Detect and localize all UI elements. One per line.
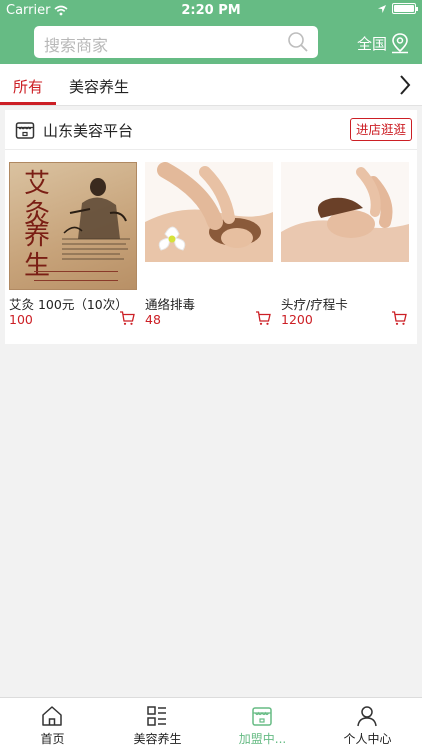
- painting-title-1: 艾灸: [24, 169, 51, 229]
- user-icon: [357, 706, 377, 727]
- painting-banner: [34, 271, 118, 281]
- nav-profile[interactable]: 个人中心: [315, 698, 420, 750]
- cart-icon[interactable]: [391, 310, 407, 326]
- nav-label: 美容养生: [133, 732, 182, 746]
- map-pin-icon: [392, 33, 409, 54]
- product-name: 艾灸 100元（10次）: [9, 297, 128, 312]
- painting-figure: [63, 178, 127, 239]
- app-header: Carrier 2:20 PM 搜索商家 全国: [0, 0, 422, 64]
- product-price: 100: [9, 312, 33, 327]
- nav-label: 个人中心: [343, 732, 392, 746]
- nav-franchise[interactable]: 加盟中...: [210, 698, 315, 750]
- search-icon[interactable]: [287, 31, 309, 53]
- tab-beauty-health[interactable]: 美容养生: [69, 76, 129, 97]
- product-image-moxibustion[interactable]: 艾灸 养生: [9, 162, 137, 290]
- nav-home[interactable]: 首页: [0, 698, 105, 750]
- status-time: 2:20 PM: [181, 3, 241, 18]
- status-bar: Carrier 2:20 PM: [0, 0, 422, 20]
- list-icon: [147, 706, 166, 726]
- home-icon: [42, 706, 62, 726]
- massage-photo: [145, 162, 273, 290]
- product-name: 通络排毒: [145, 297, 196, 312]
- nav-beauty-health[interactable]: 美容养生: [105, 698, 210, 750]
- head-therapy-photo: [281, 162, 409, 290]
- category-tabs: 所有 美容养生: [0, 64, 422, 106]
- store-icon: [252, 707, 272, 726]
- cart-icon[interactable]: [255, 310, 271, 326]
- store-card: 山东美容平台 进店逛逛 艾灸 养生 艾灸 100元（10次） 100 通络排毒 …: [5, 110, 417, 344]
- store-icon: [15, 122, 35, 139]
- product-item[interactable]: 头疗/疗程卡 1200: [281, 162, 411, 327]
- bottom-navigation: 首页 美容养生 加盟中... 个人中心: [0, 697, 422, 750]
- product-image-massage[interactable]: [145, 162, 273, 290]
- region-selector[interactable]: 全国: [357, 32, 410, 54]
- search-input[interactable]: 搜索商家: [34, 26, 318, 58]
- product-name: 头疗/疗程卡: [281, 297, 348, 312]
- nav-label: 加盟中...: [238, 732, 287, 746]
- cart-icon[interactable]: [119, 310, 135, 326]
- product-price: 48: [145, 312, 161, 327]
- enter-store-button[interactable]: 进店逛逛: [350, 118, 412, 141]
- nav-label: 首页: [40, 732, 65, 746]
- painting-calligraphy: [62, 238, 130, 260]
- store-name: 山东美容平台: [43, 122, 134, 140]
- chevron-right-icon[interactable]: [398, 73, 412, 97]
- location-arrow-icon: [378, 4, 386, 13]
- active-tab-indicator: [0, 102, 56, 105]
- product-item[interactable]: 艾灸 养生 艾灸 100元（10次） 100: [9, 162, 139, 327]
- search-placeholder: 搜索商家: [44, 36, 109, 55]
- store-header: 山东美容平台 进店逛逛: [5, 110, 417, 150]
- battery-icon: [392, 3, 418, 14]
- region-label: 全国: [357, 34, 388, 53]
- product-price: 1200: [281, 312, 313, 327]
- tab-all[interactable]: 所有: [13, 76, 43, 97]
- product-item[interactable]: 通络排毒 48: [145, 162, 275, 327]
- product-image-head-therapy[interactable]: [281, 162, 409, 290]
